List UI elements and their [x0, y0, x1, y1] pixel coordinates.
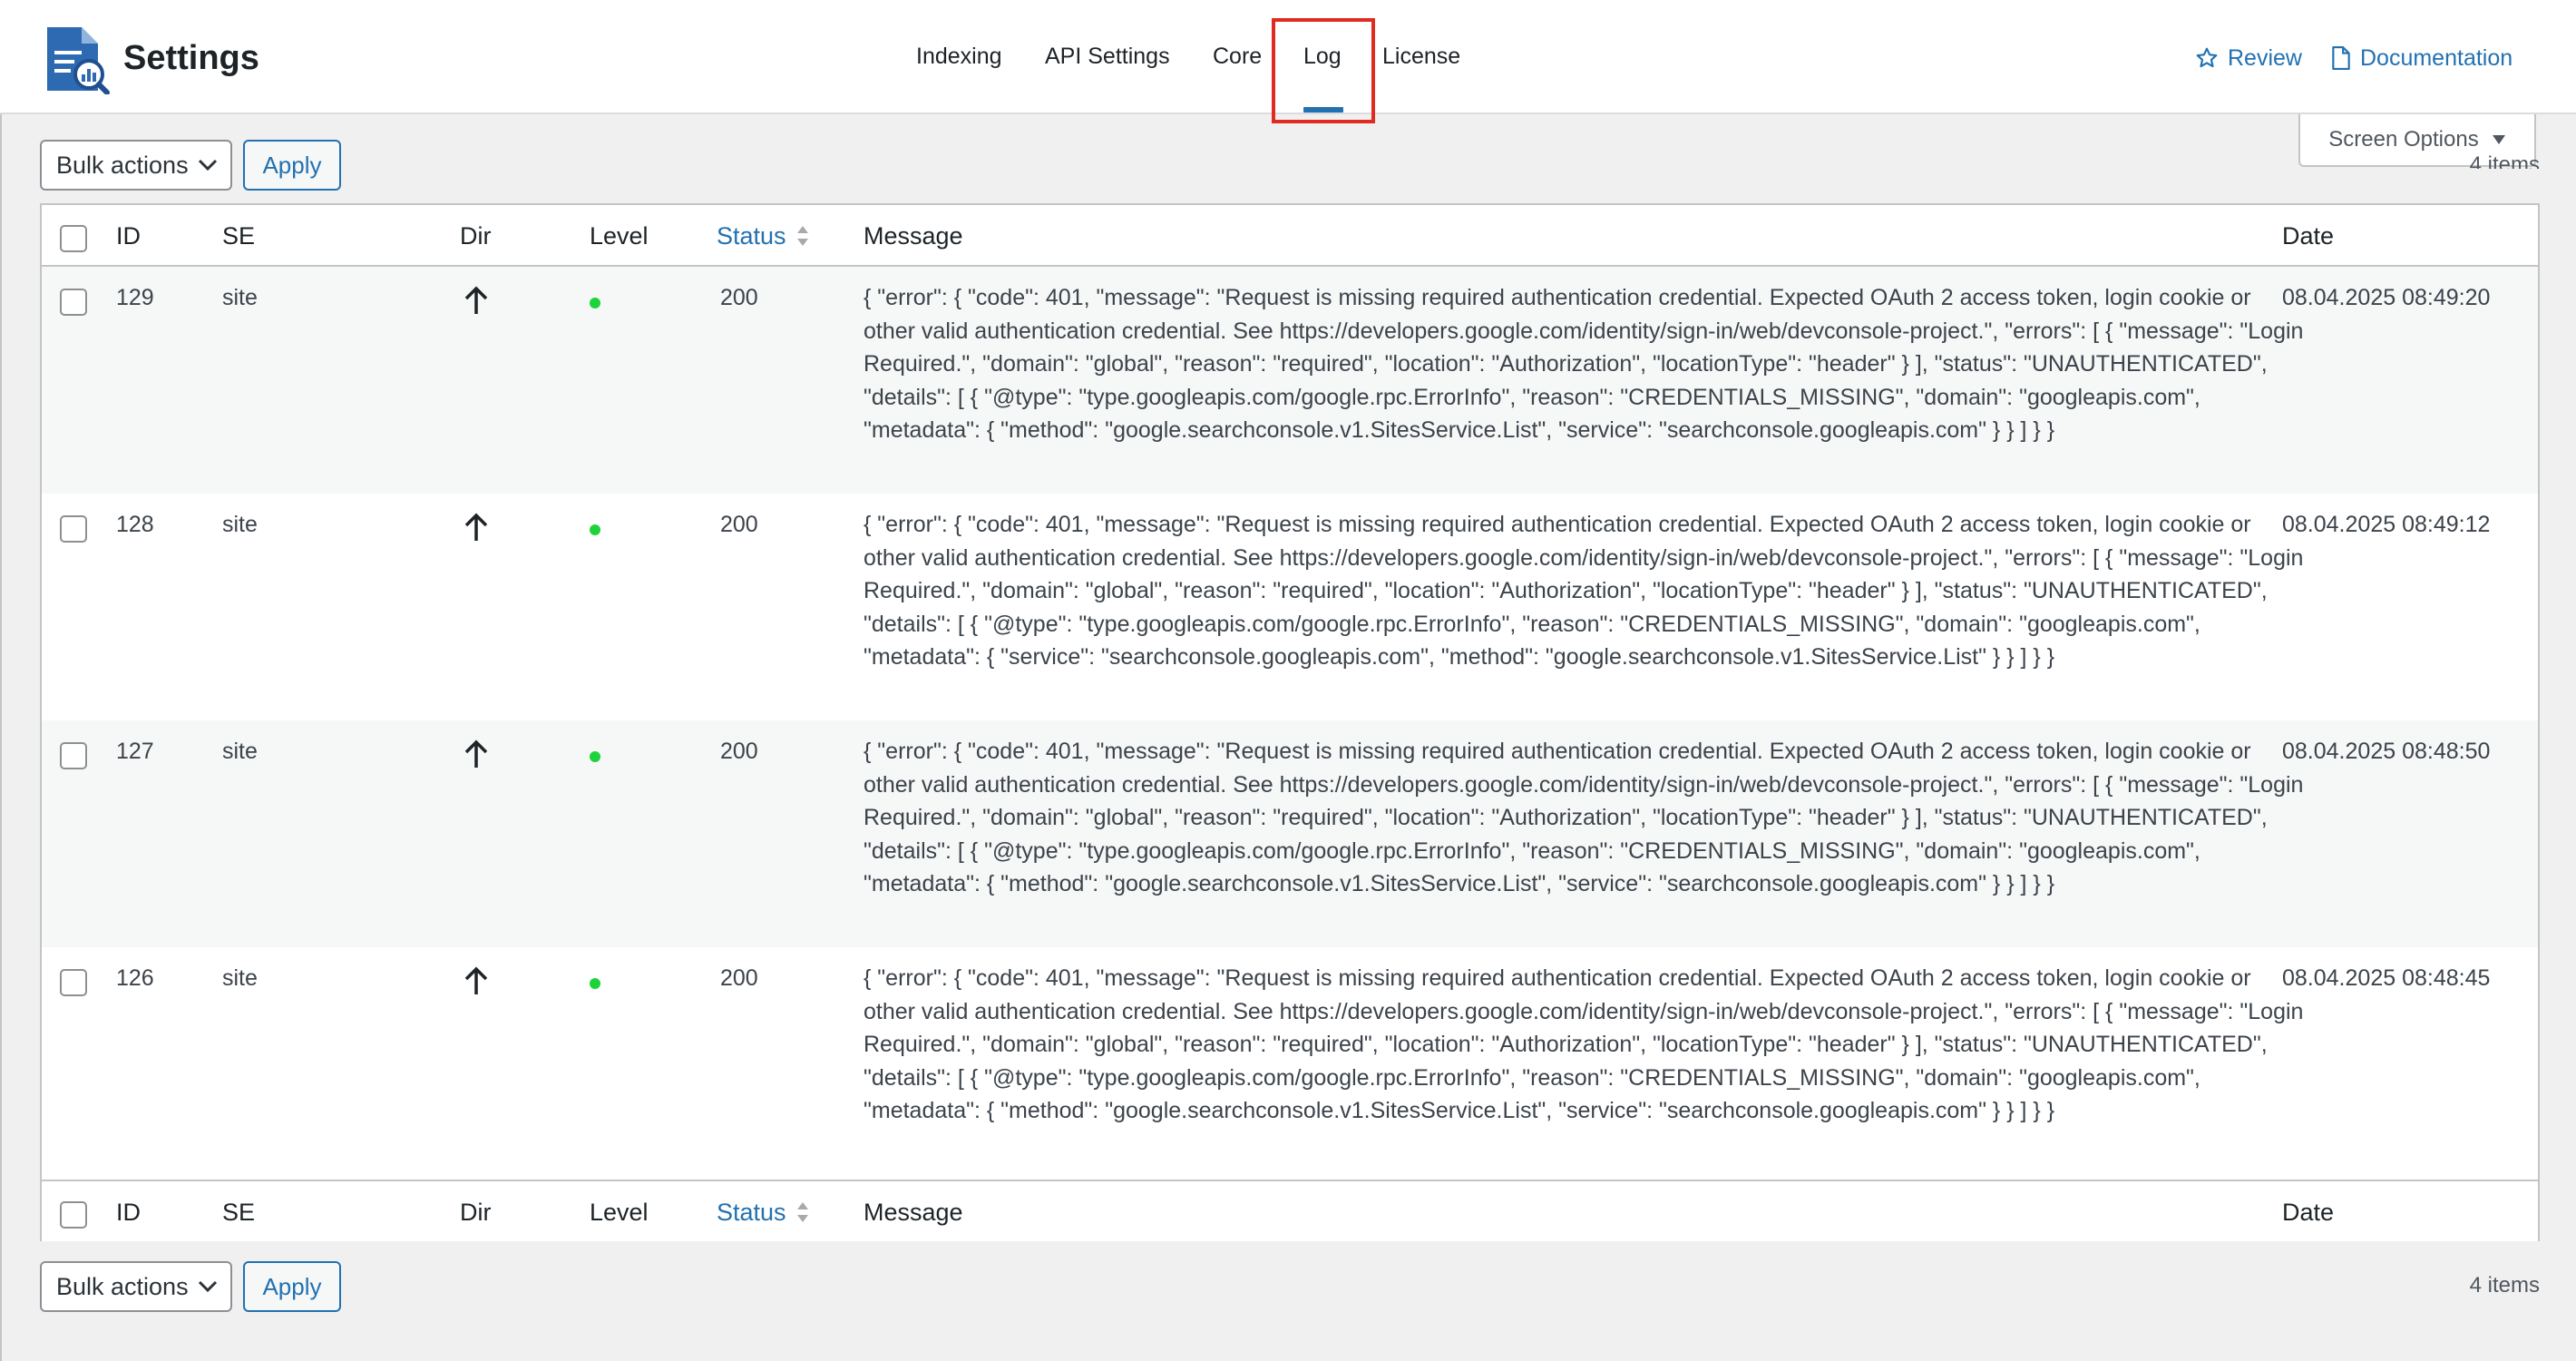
tab-core[interactable]: Core	[1213, 40, 1262, 73]
row-se: site	[222, 512, 258, 537]
chevron-down-icon	[198, 1280, 218, 1293]
bulk-actions-select-bottom[interactable]: Bulk actions	[40, 1261, 232, 1312]
tab-indexing[interactable]: Indexing	[916, 40, 1002, 73]
row-status: 200	[720, 965, 758, 991]
column-status-sort[interactable]: Status	[717, 221, 810, 250]
row-status: 200	[720, 285, 758, 310]
row-id: 127	[116, 739, 154, 764]
footer-column-id: ID	[116, 1199, 141, 1226]
footer-column-level: Level	[590, 1199, 649, 1226]
row-message: { "error": { "code": 401, "message": "Re…	[864, 965, 2304, 1124]
level-indicator	[590, 524, 600, 535]
chevron-down-icon	[198, 159, 218, 171]
apply-button-top[interactable]: Apply	[243, 140, 341, 191]
row-se: site	[222, 285, 258, 310]
row-id: 128	[116, 512, 154, 537]
column-se: SE	[222, 222, 256, 250]
footer-column-status-label: Status	[717, 1199, 786, 1226]
level-indicator	[590, 298, 600, 308]
items-count-bottom: 4 items	[2469, 1273, 2540, 1297]
row-checkbox[interactable]	[60, 289, 87, 316]
row-message: { "error": { "code": 401, "message": "Re…	[864, 739, 2304, 897]
row-checkbox[interactable]	[60, 969, 87, 996]
column-level: Level	[590, 222, 649, 250]
column-status-label: Status	[717, 222, 786, 250]
page-title: Settings	[123, 39, 259, 77]
bulk-actions-select-top[interactable]: Bulk actions	[40, 140, 232, 191]
row-se: site	[222, 965, 258, 991]
arrow-up-icon	[464, 966, 488, 994]
select-all-checkbox-footer[interactable]	[60, 1201, 87, 1229]
level-indicator	[590, 978, 600, 989]
row-id: 126	[116, 965, 154, 991]
arrow-up-icon	[464, 286, 488, 314]
level-indicator	[590, 751, 600, 762]
arrow-up-icon	[464, 739, 488, 768]
row-se: site	[222, 739, 258, 764]
documentation-label: Documentation	[2360, 45, 2513, 71]
footer-column-status-sort[interactable]: Status	[717, 1198, 810, 1227]
row-checkbox[interactable]	[60, 515, 87, 543]
sort-icon	[796, 226, 808, 246]
row-id: 129	[116, 285, 154, 310]
select-all-checkbox[interactable]	[60, 225, 87, 252]
bulk-actions-label: Bulk actions	[56, 151, 189, 179]
column-date: Date	[2282, 222, 2335, 250]
row-date: 08.04.2025 08:48:45	[2282, 965, 2491, 991]
bulk-actions-label: Bulk actions	[56, 1272, 189, 1300]
row-date: 08.04.2025 08:48:50	[2282, 739, 2491, 764]
caret-down-icon	[2492, 135, 2505, 144]
arrow-up-icon	[464, 513, 488, 541]
table-header: ID SE Dir Level Status Message Date	[42, 205, 2538, 267]
column-id: ID	[116, 222, 141, 250]
star-icon	[2196, 47, 2218, 68]
sort-icon	[796, 1202, 808, 1222]
table-row: 128 site 200 { "error": { "code": 401, "…	[42, 494, 2538, 720]
column-message: Message	[864, 222, 963, 250]
row-status: 200	[720, 739, 758, 764]
document-icon	[2332, 46, 2350, 70]
table-row: 126 site 200 { "error": { "code": 401, "…	[42, 947, 2538, 1174]
row-date: 08.04.2025 08:49:12	[2282, 512, 2491, 537]
screen-options-label: Screen Options	[2328, 127, 2479, 152]
log-table: ID SE Dir Level Status Message Date 129 …	[40, 203, 2540, 1241]
column-dir: Dir	[460, 222, 492, 250]
settings-header: Settings Indexing API Settings Core Log …	[0, 0, 2576, 123]
row-date: 08.04.2025 08:49:20	[2282, 285, 2491, 310]
items-count-top: 4 items	[2469, 152, 2540, 169]
review-link[interactable]: Review	[2195, 42, 2302, 74]
apply-button-bottom[interactable]: Apply	[243, 1261, 341, 1312]
row-message: { "error": { "code": 401, "message": "Re…	[864, 512, 2304, 671]
table-row: 129 site 200 { "error": { "code": 401, "…	[42, 267, 2538, 494]
table-footer: ID SE Dir Level Status Message Date	[42, 1180, 2538, 1241]
row-checkbox[interactable]	[60, 742, 87, 769]
row-message: { "error": { "code": 401, "message": "Re…	[864, 285, 2304, 444]
tab-api-settings[interactable]: API Settings	[1045, 40, 1170, 73]
footer-column-message: Message	[864, 1199, 963, 1226]
page-left-border	[0, 0, 2, 1361]
tab-license[interactable]: License	[1382, 40, 1460, 73]
footer-column-dir: Dir	[460, 1199, 492, 1226]
table-row: 127 site 200 { "error": { "code": 401, "…	[42, 720, 2538, 947]
footer-column-date: Date	[2282, 1199, 2335, 1226]
plugin-logo-icon	[47, 27, 110, 94]
footer-column-se: SE	[222, 1199, 256, 1226]
row-status: 200	[720, 512, 758, 537]
tab-highlight-box	[1272, 18, 1375, 123]
review-label: Review	[2228, 45, 2302, 71]
documentation-link[interactable]: Documentation	[2331, 42, 2513, 74]
